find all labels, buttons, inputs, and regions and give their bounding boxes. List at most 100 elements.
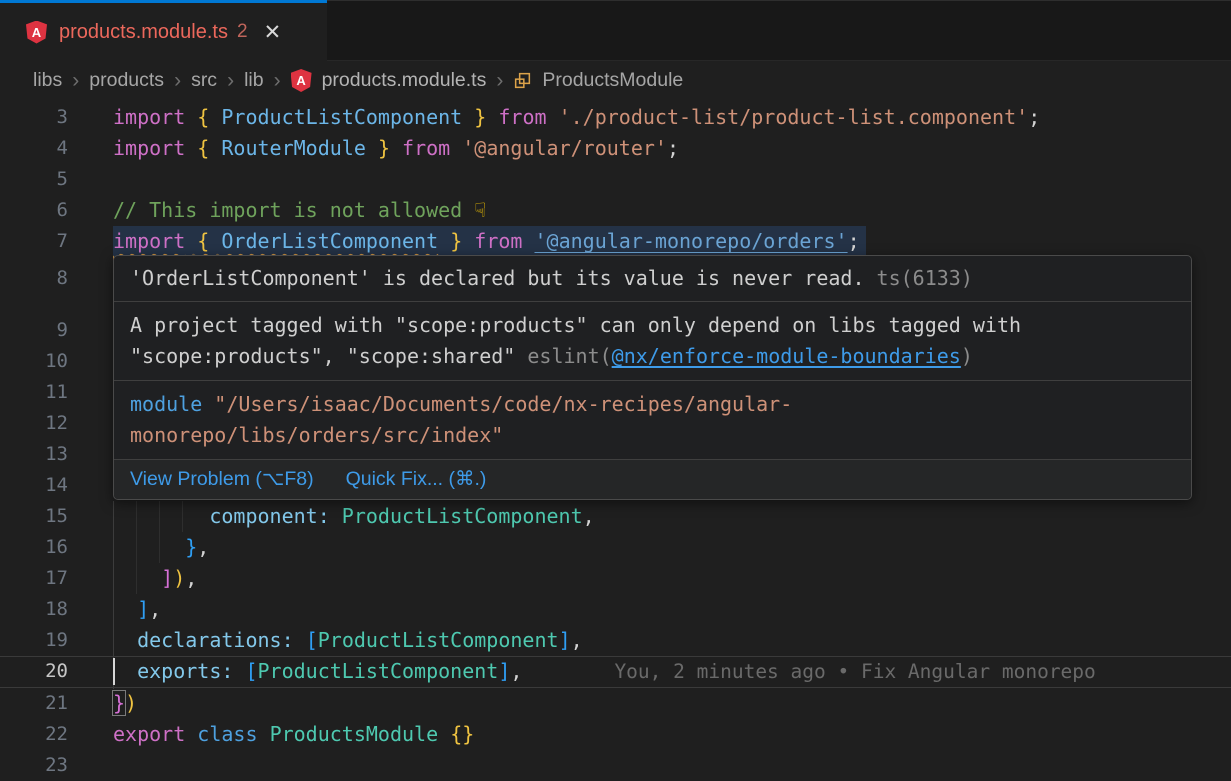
line-number-4[interactable]: 4 — [0, 133, 113, 164]
angular-file-icon: A — [26, 21, 47, 44]
breadcrumb-products[interactable]: products — [89, 69, 164, 92]
breadcrumb-symbol[interactable]: ProductsModule — [542, 69, 683, 92]
line-number-22[interactable]: 22 — [0, 719, 113, 750]
line-number-11[interactable]: 11 — [0, 377, 113, 408]
breadcrumb-file[interactable]: products.module.ts — [322, 69, 487, 92]
breadcrumb-src[interactable]: src — [191, 69, 217, 92]
hover-ts-error-row: 'OrderListComponent' is declared but its… — [114, 256, 1191, 302]
code-text: import { RouterModule } from '@angular/r… — [113, 133, 679, 164]
line-number-17[interactable]: 17 — [0, 563, 113, 594]
line-number-8[interactable]: 8 — [0, 263, 113, 294]
token-pun — [294, 628, 306, 652]
token-emoji: ☟ — [474, 198, 486, 222]
eslint-rule-link[interactable]: @nx/enforce-module-boundaries — [612, 344, 961, 368]
token-sqo: import — [113, 229, 185, 253]
token-sqr: from — [474, 229, 522, 253]
token-kw: import — [113, 105, 185, 129]
token-kw: from — [474, 229, 522, 253]
quick-fix-link[interactable]: Quick Fix... (⌘.) — [346, 464, 487, 495]
token-pun — [233, 659, 245, 683]
tab-products-module[interactable]: A products.module.ts 2 ✕ — [0, 0, 327, 61]
code-line-4[interactable]: 4import { RouterModule } from '@angular/… — [0, 133, 1231, 164]
token-pun — [113, 566, 161, 590]
code-line-22[interactable]: 22export class ProductsModule {} — [0, 719, 1231, 750]
token-cls: ProductListComponent — [318, 628, 559, 652]
code-line-20[interactable]: 20 exports: [ProductListComponent],You, … — [0, 656, 1231, 687]
breadcrumb-libs[interactable]: libs — [33, 69, 62, 92]
code-text: // This import is not allowed ☟ — [113, 195, 486, 226]
line-number-10[interactable]: 10 — [0, 346, 113, 377]
module-path-part2: monorepo/libs/orders/src/index" — [130, 423, 503, 447]
line-number-3[interactable]: 3 — [0, 102, 113, 133]
code-text: declarations: [ProductListComponent], — [113, 625, 583, 656]
token-pun — [547, 105, 559, 129]
line-number-12[interactable]: 12 — [0, 408, 113, 439]
token-b3: ] — [498, 659, 510, 683]
code-text: ], — [113, 594, 161, 625]
tab-bar-empty-space — [327, 0, 1231, 61]
token-kw: from — [498, 105, 546, 129]
line-number-15[interactable]: 15 — [0, 501, 113, 532]
ts-error-message: 'OrderListComponent' is declared but its… — [130, 266, 865, 290]
line-number-6[interactable]: 6 — [0, 195, 113, 226]
text-cursor — [113, 658, 115, 685]
code-text: import { OrderListComponent } from '@ang… — [113, 226, 866, 257]
line-number-19[interactable]: 19 — [0, 625, 113, 656]
line-number-21[interactable]: 21 — [0, 688, 113, 719]
token-id: ProductListComponent — [221, 105, 462, 129]
token-pun: ; — [1028, 105, 1040, 129]
token-sqr — [209, 229, 221, 253]
token-id: RouterModule — [221, 136, 366, 160]
token-boxed: } — [113, 691, 125, 715]
code-line-17[interactable]: 17 ]), — [0, 563, 1231, 594]
token-prop: component: — [209, 504, 329, 528]
token-pun — [330, 504, 342, 528]
code-line-3[interactable]: 3import { ProductListComponent } from '.… — [0, 102, 1231, 133]
code-line-7[interactable]: 7import { OrderListComponent } from '@an… — [0, 226, 1231, 257]
token-pun — [113, 628, 137, 652]
line-number-23[interactable]: 23 — [0, 750, 113, 781]
close-icon[interactable]: ✕ — [264, 20, 282, 45]
code-line-23[interactable]: 23 — [0, 750, 1231, 781]
code-text: import { ProductListComponent } from './… — [113, 102, 1040, 133]
line-number-13[interactable]: 13 — [0, 439, 113, 470]
token-pun — [258, 722, 270, 746]
module-specifier-link[interactable]: '@angular-monorepo/orders' — [535, 229, 848, 253]
view-problem-link[interactable]: View Problem (⌥F8) — [130, 464, 314, 495]
module-path-line1: module "/Users/isaac/Documents/code/nx-r… — [130, 389, 1175, 420]
token-sqr: OrderListComponent — [221, 229, 438, 253]
code-text: }) — [113, 688, 137, 719]
token-kw: from — [402, 136, 450, 160]
ts-error-code: ts(6133) — [865, 266, 973, 290]
code-editor[interactable]: 3import { ProductListComponent } from '.… — [0, 100, 1231, 780]
hover-module-row: module "/Users/isaac/Documents/code/nx-r… — [114, 381, 1191, 460]
token-pun: ; — [667, 136, 679, 160]
token-b1: { — [197, 229, 209, 253]
code-line-15[interactable]: 15 component: ProductListComponent, — [0, 501, 1231, 532]
breadcrumb-lib[interactable]: lib — [244, 69, 264, 92]
code-line-5[interactable]: 5 — [0, 164, 1231, 195]
hover-status-bar: View Problem (⌥F8) Quick Fix... (⌘.) — [114, 460, 1191, 499]
token-b1: ) — [125, 691, 137, 715]
code-line-18[interactable]: 18 ], — [0, 594, 1231, 625]
line-number-9[interactable]: 9 — [0, 315, 113, 346]
token-b3: } — [185, 535, 197, 559]
code-line-6[interactable]: 6// This import is not allowed ☟ — [0, 195, 1231, 226]
token-b1: { — [197, 105, 209, 129]
line-number-5[interactable]: 5 — [0, 164, 113, 195]
token-pun — [450, 136, 462, 160]
chevron-right-icon: › — [274, 69, 281, 93]
token-id: OrderListComponent — [221, 229, 438, 253]
line-number-16[interactable]: 16 — [0, 532, 113, 563]
line-number-14[interactable]: 14 — [0, 470, 113, 501]
token-pun: , — [510, 659, 522, 683]
module-keyword: module — [130, 392, 202, 416]
line-number-7[interactable]: 7 — [0, 226, 113, 257]
line-number-18[interactable]: 18 — [0, 594, 113, 625]
code-line-16[interactable]: 16 }, — [0, 532, 1231, 563]
code-line-19[interactable]: 19 declarations: [ProductListComponent], — [0, 625, 1231, 656]
token-cls: ProductsModule — [270, 722, 439, 746]
eslint-scopes: "scope:products", "scope:shared" — [130, 344, 527, 368]
line-number-20[interactable]: 20 — [0, 656, 113, 687]
code-line-21[interactable]: 21}) — [0, 688, 1231, 719]
